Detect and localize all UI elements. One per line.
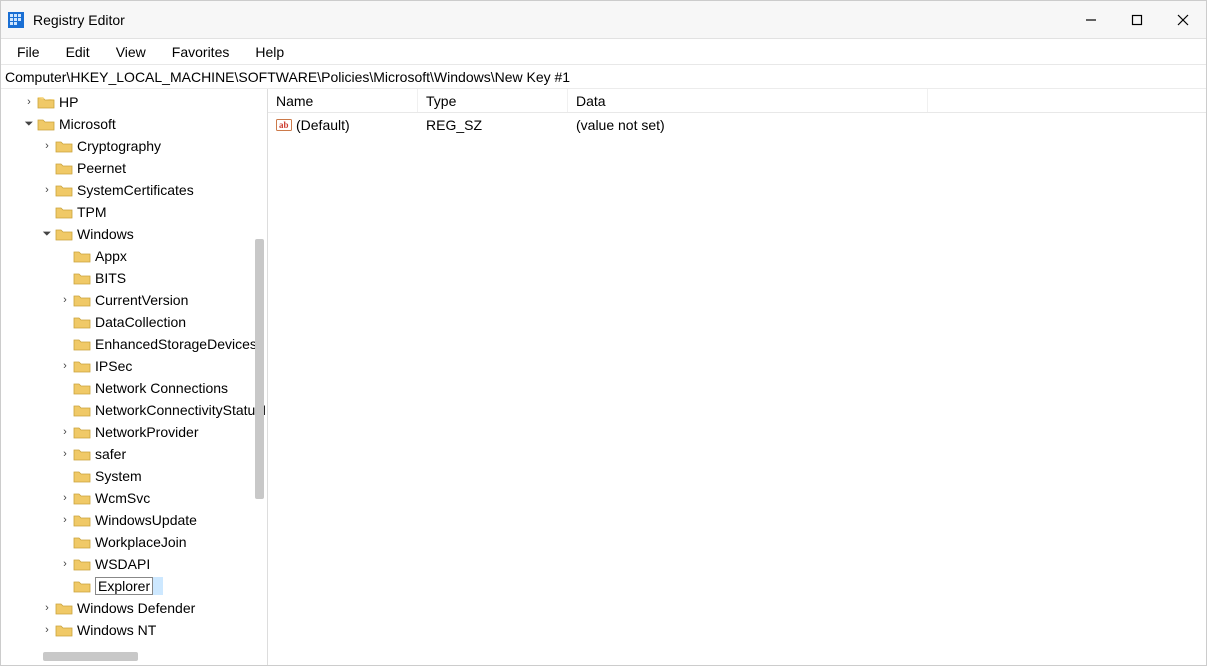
folder-icon <box>73 579 91 593</box>
folder-icon <box>73 271 91 285</box>
folder-icon <box>73 381 91 395</box>
address-bar[interactable]: Computer\HKEY_LOCAL_MACHINE\SOFTWARE\Pol… <box>1 65 1206 89</box>
folder-icon <box>73 557 91 571</box>
folder-icon <box>55 601 73 615</box>
registry-tree[interactable]: › HP ⏷ Microsoft › Cryptography <box>1 89 267 653</box>
tree-item-wcmsvc[interactable]: › WcmSvc <box>1 487 267 509</box>
tree-item-cryptography[interactable]: › Cryptography <box>1 135 267 157</box>
menu-edit[interactable]: Edit <box>54 41 102 63</box>
folder-icon <box>73 337 91 351</box>
value-type: REG_SZ <box>426 117 482 133</box>
tree-item-networkprovider[interactable]: › NetworkProvider <box>1 421 267 443</box>
folder-icon <box>55 139 73 153</box>
close-button[interactable] <box>1160 1 1206 38</box>
column-header-data[interactable]: Data <box>568 89 928 112</box>
menu-view[interactable]: View <box>104 41 158 63</box>
value-data: (value not set) <box>576 117 665 133</box>
tree-item-appx[interactable]: › Appx <box>1 245 267 267</box>
tree-item-datacollection[interactable]: › DataCollection <box>1 311 267 333</box>
window-title: Registry Editor <box>33 12 125 28</box>
address-path: Computer\HKEY_LOCAL_MACHINE\SOFTWARE\Pol… <box>5 69 570 85</box>
titlebar: Registry Editor <box>1 1 1206 39</box>
tree-item-safer[interactable]: › safer <box>1 443 267 465</box>
list-pane: Name Type Data ab (Default) REG_SZ (valu… <box>268 89 1206 665</box>
tree-item-enhancedstorage[interactable]: › EnhancedStorageDevices <box>1 333 267 355</box>
folder-icon <box>73 491 91 505</box>
tree-pane: › HP ⏷ Microsoft › Cryptography <box>1 89 268 665</box>
folder-icon <box>73 293 91 307</box>
tree-item-system[interactable]: › System <box>1 465 267 487</box>
main-split: › HP ⏷ Microsoft › Cryptography <box>1 89 1206 665</box>
folder-icon <box>73 249 91 263</box>
menu-favorites[interactable]: Favorites <box>160 41 242 63</box>
tree-horizontal-scrollbar[interactable] <box>23 653 247 665</box>
folder-icon <box>73 469 91 483</box>
menu-help[interactable]: Help <box>243 41 296 63</box>
tree-item-peernet[interactable]: › Peernet <box>1 157 267 179</box>
tree-item-explorer-editing[interactable]: › Explorer <box>1 575 267 597</box>
registry-editor-icon <box>7 11 25 29</box>
column-header-name[interactable]: Name <box>268 89 418 112</box>
tree-item-microsoft[interactable]: ⏷ Microsoft <box>1 113 267 135</box>
tree-item-bits[interactable]: › BITS <box>1 267 267 289</box>
value-name: (Default) <box>296 117 350 133</box>
tree-item-networkconnectivity[interactable]: › NetworkConnectivityStatusIndicator <box>1 399 267 421</box>
folder-open-icon <box>37 117 55 131</box>
folder-icon <box>55 623 73 637</box>
folder-open-icon <box>55 227 73 241</box>
list-header[interactable]: Name Type Data <box>268 89 1206 113</box>
list-row[interactable]: ab (Default) REG_SZ (value not set) <box>268 113 1206 137</box>
folder-icon <box>73 425 91 439</box>
folder-icon <box>73 315 91 329</box>
tree-item-networkconnections[interactable]: › Network Connections <box>1 377 267 399</box>
menubar: File Edit View Favorites Help <box>1 39 1206 65</box>
tree-item-currentversion[interactable]: › CurrentVersion <box>1 289 267 311</box>
folder-icon <box>55 183 73 197</box>
folder-icon <box>55 161 73 175</box>
string-value-icon: ab <box>276 117 292 133</box>
folder-icon <box>73 447 91 461</box>
tree-item-windows[interactable]: ⏷ Windows <box>1 223 267 245</box>
menu-file[interactable]: File <box>5 41 52 63</box>
tree-item-wsdapi[interactable]: › WSDAPI <box>1 553 267 575</box>
folder-icon <box>37 95 55 109</box>
tree-item-systemcertificates[interactable]: › SystemCertificates <box>1 179 267 201</box>
folder-icon <box>73 535 91 549</box>
folder-icon <box>73 359 91 373</box>
maximize-button[interactable] <box>1114 1 1160 38</box>
minimize-button[interactable] <box>1068 1 1114 38</box>
svg-text:ab: ab <box>279 120 289 130</box>
tree-item-ipsec[interactable]: › IPSec <box>1 355 267 377</box>
tree-item-hp[interactable]: › HP <box>1 91 267 113</box>
tree-item-windowsupdate[interactable]: › WindowsUpdate <box>1 509 267 531</box>
folder-icon <box>55 205 73 219</box>
column-header-type[interactable]: Type <box>418 89 568 112</box>
folder-icon <box>73 513 91 527</box>
rename-input[interactable]: Explorer <box>95 577 153 595</box>
registry-editor-window: Registry Editor File Edit View Favorites… <box>0 0 1207 666</box>
tree-vertical-scrollbar[interactable] <box>253 239 267 519</box>
folder-icon <box>73 403 91 417</box>
tree-item-windowsdefender[interactable]: › Windows Defender <box>1 597 267 619</box>
tree-item-workplacejoin[interactable]: › WorkplaceJoin <box>1 531 267 553</box>
tree-item-tpm[interactable]: › TPM <box>1 201 267 223</box>
tree-item-windowsnt[interactable]: › Windows NT <box>1 619 267 641</box>
